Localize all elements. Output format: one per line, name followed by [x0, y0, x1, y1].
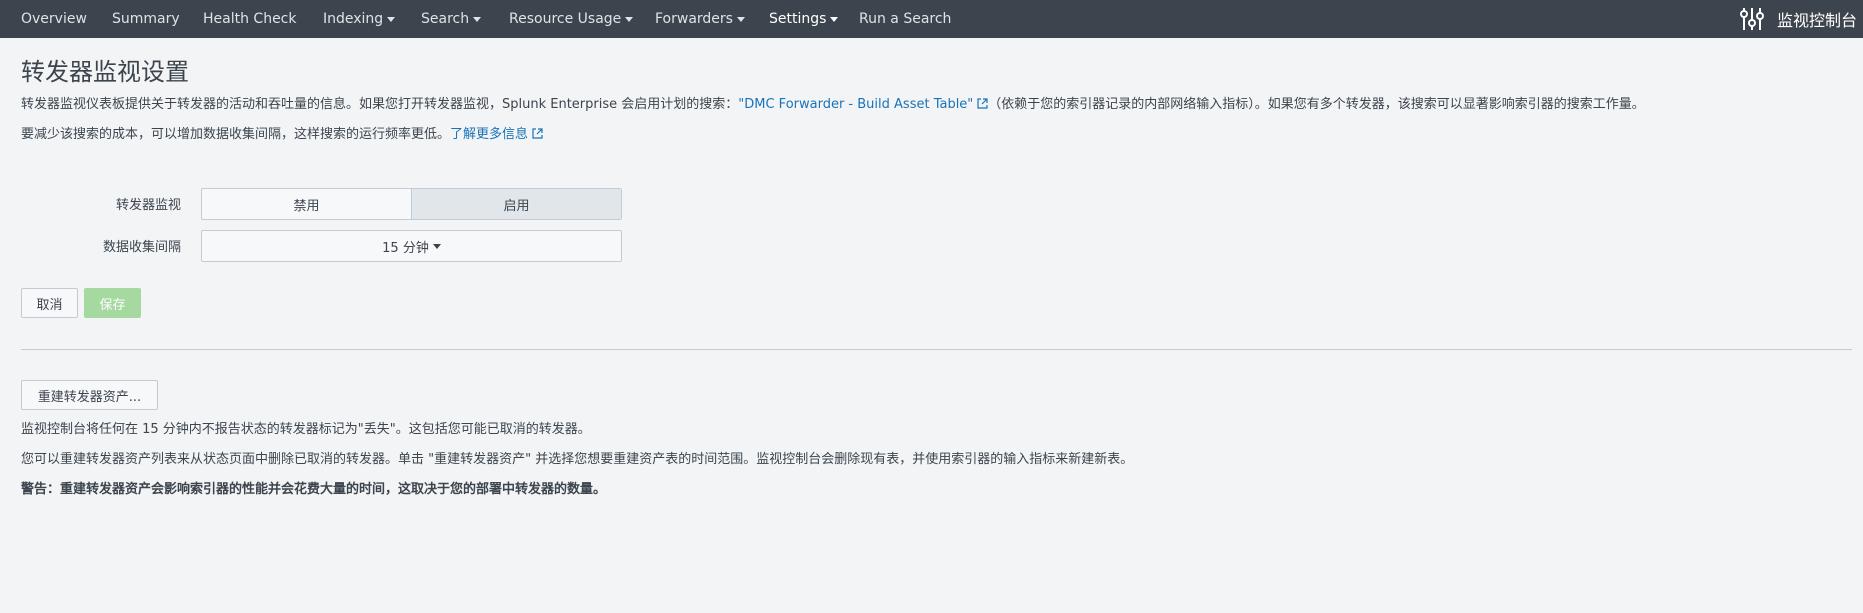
nav-forwarders[interactable]: Forwarders — [655, 11, 745, 27]
description-text: （依赖于您的索引器记录的内部网络输入指标）。如果您有多个转发器，该搜索可以显著影… — [988, 97, 1645, 112]
chevron-down-icon — [387, 16, 396, 22]
rebuild-info-2: 您可以重建转发器资产列表来从状态页面中删除已取消的转发器。单击 "重建转发器资产… — [21, 452, 1134, 467]
nav-overview[interactable]: Overview — [21, 11, 87, 27]
nav-search-label: Search — [421, 11, 470, 27]
interval-dropdown[interactable]: 15 分钟 — [201, 230, 622, 262]
nav-run-a-search[interactable]: Run a Search — [859, 11, 951, 27]
nav-health-check-label: Health Check — [203, 11, 297, 27]
interval-label: 数据收集间隔 — [102, 240, 181, 255]
nav-summary[interactable]: Summary — [112, 11, 180, 27]
enable-option[interactable]: 启用 — [411, 189, 621, 219]
disable-option[interactable]: 禁用 — [202, 189, 411, 219]
rebuild-info-1: 监视控制台将任何在 15 分钟内不报告状态的转发器标记为"丢失"。这包括您可能已… — [21, 422, 591, 437]
app-title: 监视控制台 — [1776, 11, 1857, 30]
nav-summary-label: Summary — [112, 11, 180, 27]
nav-forwarders-label: Forwarders — [655, 11, 733, 27]
nav-search[interactable]: Search — [421, 11, 482, 27]
description-text: 要减少该搜索的成本，可以增加数据收集间隔，这样搜索的运行频率更低。 — [21, 127, 451, 142]
nav-health-check[interactable]: Health Check — [203, 11, 297, 27]
chevron-down-icon — [736, 16, 745, 22]
nav-run-a-search-label: Run a Search — [859, 11, 952, 27]
top-navigation-bar: Overview Summary Health Check Indexing S… — [0, 0, 1863, 38]
description-line-1: 转发器监视仪表板提供关于转发器的活动和吞吐量的信息。如果您打开转发器监视，Spl… — [21, 93, 1645, 112]
section-divider — [21, 349, 1852, 350]
page-title: 转发器监视设置 — [21, 58, 189, 86]
cancel-button[interactable]: 取消 — [21, 288, 78, 318]
sliders-icon — [1739, 8, 1764, 30]
chevron-down-icon — [432, 243, 441, 249]
monitoring-label: 转发器监视 — [115, 198, 181, 213]
saved-search-link[interactable]: "DMC Forwarder - Build Asset Table" — [738, 97, 973, 112]
nav-resource-usage[interactable]: Resource Usage — [509, 11, 634, 27]
app-brand: 监视控制台 — [1739, 0, 1857, 38]
rebuild-assets-button[interactable]: 重建转发器资产... — [21, 380, 158, 410]
nav-overview-label: Overview — [21, 11, 87, 27]
external-link-icon — [532, 128, 543, 139]
nav-resource-usage-label: Resource Usage — [509, 11, 622, 27]
learn-more-link[interactable]: 了解更多信息 — [450, 127, 528, 142]
rebuild-warning: 警告：重建转发器资产会影响索引器的性能并会花费大量的时间，这取决于您的部署中转发… — [21, 482, 607, 497]
nav-settings-label: Settings — [769, 11, 827, 27]
chevron-down-icon — [625, 16, 634, 22]
chevron-down-icon — [473, 16, 482, 22]
nav-indexing[interactable]: Indexing — [323, 11, 396, 27]
nav-settings[interactable]: Settings — [769, 11, 839, 27]
external-link-icon — [977, 98, 988, 109]
monitoring-toggle: 禁用 启用 — [201, 188, 622, 220]
save-button[interactable]: 保存 — [84, 288, 141, 318]
nav-indexing-label: Indexing — [323, 11, 384, 27]
interval-value: 15 分钟 — [382, 240, 429, 256]
chevron-down-icon — [830, 16, 839, 22]
description-line-2: 要减少该搜索的成本，可以增加数据收集间隔，这样搜索的运行频率更低。了解更多信息 — [21, 123, 543, 142]
description-text: 转发器监视仪表板提供关于转发器的活动和吞吐量的信息。如果您打开转发器监视，Spl… — [21, 97, 739, 112]
